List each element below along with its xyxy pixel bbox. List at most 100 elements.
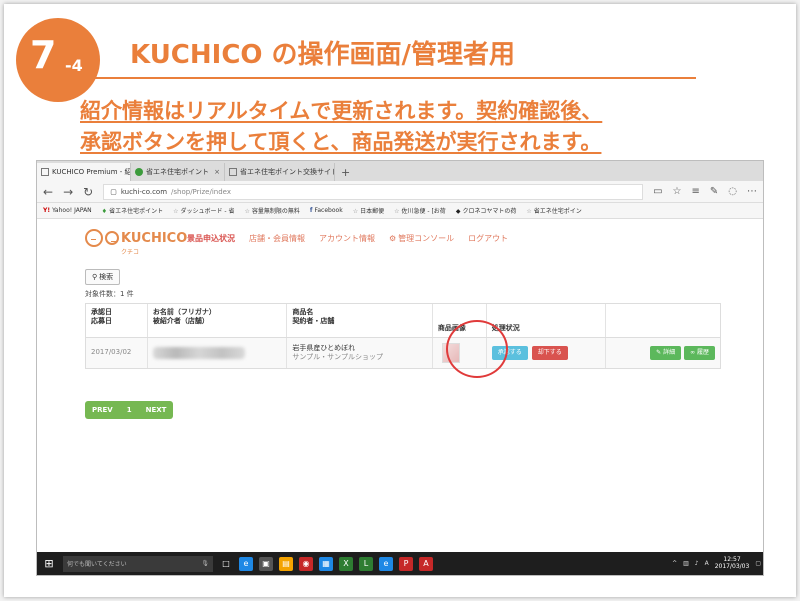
acrobat-icon[interactable]: A [419,556,433,571]
url-host: kuchi-co.com [120,187,168,196]
logo-text: KUCHICO [121,230,188,246]
star-icon: ☆ [526,208,532,215]
link-icon: ∞ [690,349,696,357]
badge-number: 7 [30,33,57,77]
pager: PREV 1 NEXT [85,401,174,419]
notes-icon[interactable]: ✎ [710,186,718,197]
favorite-star-icon[interactable]: ☆ [673,186,682,197]
excel-icon[interactable]: X [339,556,353,571]
row-name-redacted [148,338,288,368]
store-icon[interactable]: ▣ [259,556,273,571]
slide: 7 -4 KUCHICO の操作画面/管理者用 紹介情報はリアルタイムで更新され… [4,4,796,597]
new-tab-button[interactable]: + [335,163,356,181]
star-icon: ☆ [244,208,250,215]
bookmark-storage[interactable]: ☆ 容量無制限の無料 [244,206,299,215]
bookmark-dashboard[interactable]: ☆ ダッシュボード - 省 [173,206,234,215]
leaf-icon: ♦ [101,208,108,215]
folder-icon[interactable]: ▤ [279,556,293,571]
smile-icon [105,231,119,245]
powerpoint-icon[interactable]: P [399,556,413,571]
bookmark-yahoo[interactable]: Y! Yahoo! JAPAN [43,207,92,214]
network-icon[interactable]: ▥ [683,560,689,567]
detail-button[interactable]: ✎ 詳細 [650,346,682,360]
bookmarks-bar: Y! Yahoo! JAPAN ♦ 省エネ住宅ポイント ☆ ダッシュボード - 省 ☆… [37,203,763,219]
volume-icon[interactable]: ♪ [695,560,699,567]
back-icon[interactable]: ← [43,185,53,199]
bookmark-eco-point[interactable]: ♦ 省エネ住宅ポイント [102,206,163,215]
next-button[interactable]: NEXT [139,401,174,419]
hub-icon[interactable]: ≡ [691,186,699,197]
section-badge: 7 -4 [16,18,100,102]
smile-icon [85,229,103,247]
nav-account[interactable]: アカウント情報 [319,233,375,244]
bookmark-sagawa[interactable]: ☆ 佐川急便 - [お荷 [394,206,446,215]
nav-logout[interactable]: ログアウト [468,233,508,244]
bookmark-eco-point-2[interactable]: ☆ 省エネ住宅ポイン [526,206,581,215]
product-thumbnail [441,343,460,363]
search-button[interactable]: ⚲ 検索 [85,269,121,285]
notification-icon[interactable]: ▢ [755,560,761,567]
bookmark-yamato[interactable]: ◆ クロネコヤマトの荷 [456,206,517,215]
reading-view-icon[interactable]: ▭ [653,186,662,197]
windows-start-icon[interactable]: ⊞ [41,557,57,570]
gear-icon: ⚙ [389,234,397,243]
refresh-icon[interactable]: ↻ [83,185,93,199]
site-nav: 景品申込状況 店舗・会員情報 アカウント情報 ⚙ 管理コンソール ログアウト [187,233,508,244]
nav-shop-member[interactable]: 店舗・会員情報 [249,233,305,244]
ie-icon[interactable]: e [379,556,393,571]
chrome-icon[interactable]: ◉ [299,556,313,571]
cat-icon: ◆ [455,208,461,215]
star-icon: ☆ [394,208,400,215]
more-icon[interactable]: ⋯ [747,186,757,197]
prev-button[interactable]: PREV [85,401,120,419]
forward-icon[interactable]: → [63,185,73,199]
up-arrow-icon[interactable]: ^ [672,560,677,567]
tab-eco-exchange[interactable]: 省エネ住宅ポイント交換サイト × [225,163,335,181]
nav-admin-console[interactable]: ⚙ 管理コンソール [389,233,454,244]
yahoo-icon: Y! [43,207,51,214]
tab-bar: KUCHICO Premium - 紹 × 省エネ住宅ポイント × 省エネ住宅ポ… [37,161,763,181]
microphone-icon[interactable]: 🎙 [201,560,209,567]
task-view-icon[interactable]: □ [219,557,233,571]
logo-kana: クチコ [121,249,140,256]
browser-window: KUCHICO Premium - 紹 × 省エネ住宅ポイント × 省エネ住宅ポ… [36,160,764,576]
table-row: 2017/03/02 岩手県産ひとめぼれ サンプル・サンプルショップ 承認する 却… [86,338,720,368]
tab-eco-point[interactable]: 省エネ住宅ポイント × [131,163,225,181]
share-icon[interactable]: ◌ [728,186,737,197]
app-icon[interactable]: ▦ [319,556,333,571]
ime-icon[interactable]: A [705,560,709,567]
bookmark-facebook[interactable]: f Facebook [310,207,343,214]
title-rule [92,77,696,79]
nav-prize-status[interactable]: 景品申込状況 [187,233,235,244]
page-icon [41,168,49,176]
site-content: KUCHICO クチコ 景品申込状況 店舗・会員情報 アカウント情報 ⚙ 管理コン… [37,219,763,553]
approve-button[interactable]: 承認する [491,346,528,360]
reject-button[interactable]: 却下する [531,346,568,360]
row-date: 2017/03/02 [86,338,148,368]
url-path: /shop/Prize/index [171,187,231,196]
page-icon [229,168,237,176]
windows-taskbar: ⊞ 何でも聞いてください 🎙 □ e ▣ ▤ ◉ ▦ X L e P A ^ ▥… [37,552,763,575]
subtitle-line-1: 紹介情報はリアルタイムで更新されます。契約確認後、 [80,99,603,123]
page-number[interactable]: 1 [120,401,139,419]
row-product: 岩手県産ひとめぼれ サンプル・サンプルショップ [287,338,433,368]
badge-sub: -4 [65,56,83,75]
history-button[interactable]: ∞ 履歴 [684,346,716,360]
kuchico-logo[interactable]: KUCHICO クチコ [85,229,188,256]
close-icon[interactable]: × [214,168,220,176]
cortana-search[interactable]: 何でも聞いてください 🎙 [63,555,213,572]
header-status: 処理状況 [487,304,607,337]
tab-label: 省エネ住宅ポイント交換サイト [240,168,335,176]
page-icon: ▢ [110,187,117,196]
tab-kuchico[interactable]: KUCHICO Premium - 紹 × [37,163,131,181]
line-icon[interactable]: L [359,556,373,571]
subtitle-line-2: 承認ボタンを押して頂くと、商品発送が実行されます。 [80,130,602,154]
edge-icon[interactable]: e [239,556,253,571]
bookmark-japan-post[interactable]: ☆ 日本郵便 [353,206,384,215]
row-image [433,338,487,368]
pencil-icon: ✎ [656,349,662,357]
url-field[interactable]: ▢ kuchi-co.com/shop/Prize/index [103,183,644,200]
clock[interactable]: 12:57 2017/03/03 [715,556,750,570]
star-icon: ☆ [173,208,179,215]
leaf-icon [135,168,143,176]
